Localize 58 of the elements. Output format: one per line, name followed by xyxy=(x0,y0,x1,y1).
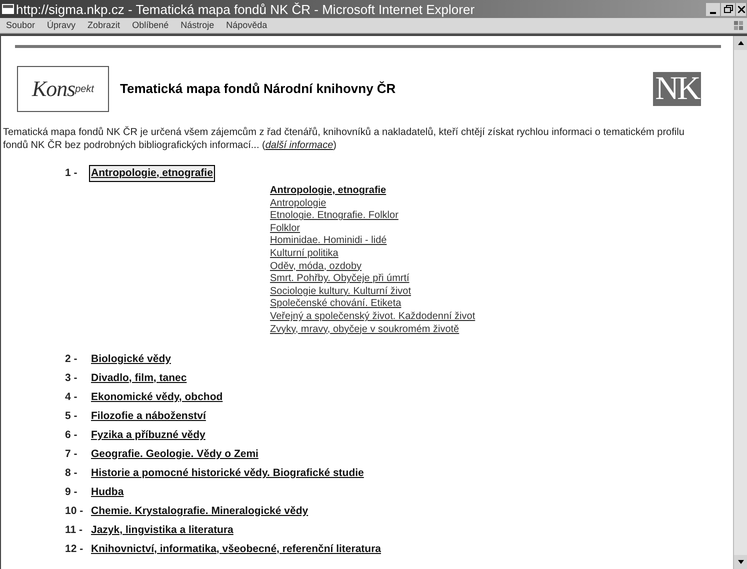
category-link[interactable]: Hudba xyxy=(90,484,125,500)
category-link[interactable]: Fyzika a příbuzné vědy xyxy=(90,428,206,444)
item-number: 1 - xyxy=(65,166,78,181)
category-link[interactable]: Geografie. Geologie. Vědy o Zemi xyxy=(90,446,260,462)
item-number: 10 - xyxy=(65,504,84,519)
window-title: http://sigma.nkp.cz - Tematická mapa fondů NK ČR - Microsoft Internet Explorer xyxy=(16,2,476,16)
intro-paragraph: Tematická mapa fondů NK ČR je určená všem zájemcům z řad čtenářů, knihovníků a nakladatelů, kteří chtějí získat rychlou informaci o tematickém profilu fondů NK ČR bez podrobných bibliografických informací... (další informace) xyxy=(3,126,686,152)
category-link[interactable]: Antropologie, etnografie xyxy=(90,166,214,182)
page-heading: Tematická mapa fondů Národní knihovny ČR xyxy=(120,80,397,98)
scroll-down-icon[interactable] xyxy=(734,555,747,569)
close-icon xyxy=(738,6,744,12)
subcategory-link[interactable]: Etnologie. Etnografie. Folklor xyxy=(270,210,398,223)
item-number: 2 - xyxy=(65,352,78,367)
menu-item[interactable]: Nápověda xyxy=(226,21,268,30)
item-number: 5 - xyxy=(65,408,78,424)
subcategory-link[interactable]: Antropologie xyxy=(270,198,326,210)
item-number: 11 - xyxy=(65,522,84,538)
category-link[interactable]: Divadlo, film, tanec xyxy=(90,370,188,386)
restore-icon xyxy=(724,5,732,13)
menu-item[interactable]: Nástroje xyxy=(180,21,214,30)
subcategory-heading: Antropologie, etnografie xyxy=(270,185,388,198)
minimize-icon xyxy=(710,12,716,14)
minimize-button[interactable] xyxy=(706,2,720,16)
item-number: 6 - xyxy=(65,428,78,443)
item-number: 7 - xyxy=(65,446,78,462)
vertical-scrollbar[interactable] xyxy=(733,36,747,569)
category-link[interactable]: Filozofie a náboženství xyxy=(90,408,207,424)
category-link[interactable]: Historie a pomocné historické vědy. Biografické studie xyxy=(90,466,365,482)
category-link[interactable]: Chemie. Krystalografie. Mineralogické vědy xyxy=(90,504,310,520)
subcategory-link[interactable]: Oděv, móda, ozdoby xyxy=(270,260,362,274)
browser-icon xyxy=(2,3,14,15)
category-link[interactable]: Ekonomické vědy, obchod xyxy=(90,390,224,406)
subcategory-link[interactable]: Kulturní politika xyxy=(270,248,338,261)
item-number: 4 - xyxy=(65,390,78,405)
item-number: 8 - xyxy=(65,466,78,481)
category-link[interactable]: Jazyk, lingvistika a literatura xyxy=(90,522,234,538)
subcategory-link[interactable]: Veřejný a společenský život. Každodenní život xyxy=(270,310,476,324)
menu-item[interactable]: Zobrazit xyxy=(88,21,120,30)
subcategory-link[interactable]: Sociologie kultury. Kulturní život xyxy=(270,286,411,298)
category-link[interactable]: Knihovnictví, informatika, všeobecné, referenční literatura xyxy=(90,542,382,558)
category-link[interactable]: Biologické vědy xyxy=(90,352,172,368)
menu-item[interactable]: Úpravy xyxy=(47,21,76,30)
maximize-button[interactable] xyxy=(721,2,735,16)
item-number: 3 - xyxy=(65,370,78,386)
scroll-up-icon[interactable] xyxy=(734,36,747,50)
subcategory-link[interactable]: Zvyky, mravy, obyčeje v soukromém životě xyxy=(270,324,460,336)
subcategory-link[interactable]: Smrt. Pohřby. Obyčeje při úmrtí xyxy=(270,273,410,286)
item-number: 12 - xyxy=(65,542,84,557)
close-button[interactable] xyxy=(736,2,746,16)
nk-logo: NK xyxy=(653,72,701,106)
info-link[interactable]: další informace xyxy=(265,140,334,151)
subcategory-link[interactable]: Hominidae. Hominidi - lidé xyxy=(270,235,387,248)
windows-logo-icon xyxy=(733,20,745,32)
menu-item[interactable]: Oblíbené xyxy=(132,21,169,30)
item-number: 9 - xyxy=(65,484,78,500)
menu-item[interactable]: Soubor xyxy=(6,21,36,30)
subcategory-link[interactable]: Folklor xyxy=(270,222,300,236)
subcategory-link[interactable]: Společenské chování. Etiketa xyxy=(270,298,402,311)
